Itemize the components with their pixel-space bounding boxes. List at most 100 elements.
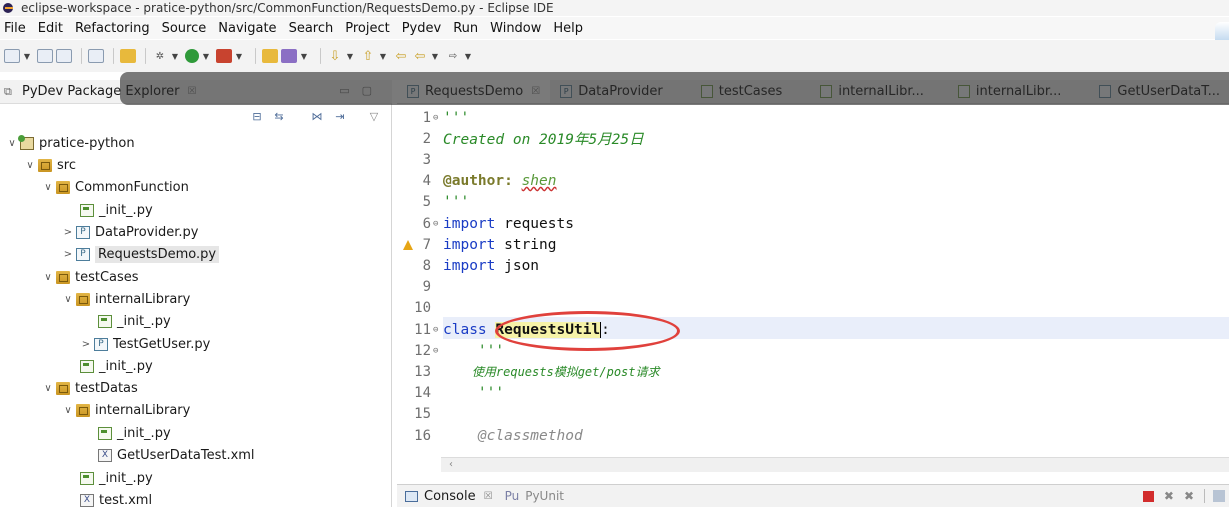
expand-toggle-icon[interactable]: ∨ [42,182,54,193]
terminate-icon[interactable] [1142,490,1154,502]
fold-toggle-icon[interactable]: ⊖ [433,325,443,335]
tree-node-testgetuser[interactable]: > P TestGetUser.py [80,333,211,355]
open-folder-icon[interactable] [262,49,278,63]
tree-node-src[interactable]: ∨ src [24,154,76,176]
tab-requestsdemo[interactable]: P RequestsDemo ☒ [397,80,551,103]
tree-node-internallibrary-testcases[interactable]: ∨ internalLibrary [62,288,190,310]
menu-source[interactable]: Source [162,21,207,36]
tree-node-init-commonfunction[interactable]: _init_.py [66,199,153,221]
menu-window[interactable]: Window [490,21,541,36]
menu-help[interactable]: Help [553,21,583,36]
save-all-icon[interactable] [56,49,72,63]
back-dropdown-icon[interactable]: ▼ [431,49,439,63]
external-tools-icon[interactable] [216,49,232,63]
menu-search[interactable]: Search [289,21,334,36]
tree-node-commonfunction[interactable]: ∨ CommonFunction [42,176,189,198]
fold-toggle-icon[interactable]: ⊖ [433,346,443,356]
debug-dropdown-icon[interactable]: ▼ [171,49,179,63]
code-line[interactable]: 12 ⊖ ''' [397,340,1229,361]
menu-pydev[interactable]: Pydev [402,21,441,36]
minimize-maximize-icon[interactable]: ▭▢ [339,84,384,97]
code-line[interactable]: 13 使用requests模拟get/post请求 [397,361,1229,382]
code-line[interactable]: 8 import json [397,255,1229,276]
code-line[interactable]: 4 @author: shen [397,171,1229,192]
expand-toggle-icon[interactable]: > [62,227,74,238]
expand-toggle-icon[interactable]: ∨ [42,272,54,283]
remove-all-launches-icon[interactable]: ✖ [1184,489,1194,503]
menu-run[interactable]: Run [453,21,478,36]
menu-project[interactable]: Project [345,21,389,36]
expand-toggle-icon[interactable]: ∨ [62,405,74,416]
filter-icon[interactable]: ⋈ [310,110,324,124]
open-type-icon[interactable] [120,49,136,63]
tab-pyunit[interactable]: PyUnit [525,489,564,503]
code-line[interactable]: 2 Created on 2019年5月25日 [397,128,1229,149]
previous-annotation-icon[interactable]: ⇧ [360,49,376,64]
tab-console[interactable]: Console [424,489,476,504]
tree-node-testcases[interactable]: ∨ testCases [42,266,138,288]
run-dropdown-icon[interactable]: ▼ [202,49,210,63]
menu-navigate[interactable]: Navigate [218,21,276,36]
menu-edit[interactable]: Edit [38,21,63,36]
run-icon[interactable] [185,49,199,63]
console-icon[interactable] [88,49,104,63]
pin-console-icon[interactable] [1213,490,1225,502]
tree-node-init-testdatas[interactable]: _init_.py [66,467,153,489]
expand-toggle-icon[interactable]: > [80,339,92,350]
collapse-all-icon[interactable]: ⊟ [250,110,264,124]
fold-toggle-icon[interactable]: ⊖ [433,219,443,229]
tree-node-init-testdatas-internallibrary[interactable]: _init_.py [84,422,171,444]
code-line[interactable]: 5 ''' [397,192,1229,213]
external-tools-dropdown-icon[interactable]: ▼ [235,49,243,63]
tree-node-testdatas[interactable]: ∨ testDatas [42,377,137,399]
next-annotation-icon[interactable]: ⇩ [327,49,343,64]
expand-toggle-icon[interactable]: ∨ [6,138,18,149]
edit-dropdown-icon[interactable]: ▼ [300,49,308,63]
tab-internallibrary-2[interactable]: internalLibr... [948,80,1072,103]
debug-icon[interactable]: ✲ [152,49,168,63]
tree-node-project[interactable]: ∨ pratice-python [6,132,135,154]
tab-testcases[interactable]: testCases [691,80,793,103]
expand-toggle-icon[interactable]: ∨ [24,160,36,171]
new-dropdown-icon[interactable]: ▼ [23,49,31,63]
tree-node-dataprovider[interactable]: > P DataProvider.py [62,221,199,243]
tree-node-internallibrary-testdatas[interactable]: ∨ internalLibrary [62,399,190,421]
previous-annotation-dropdown-icon[interactable]: ▼ [379,49,387,63]
tree-node-getuserdatatest-xml[interactable]: X GetUserDataTest.xml [84,444,255,466]
code-line[interactable]: 1 ⊖ ''' [397,107,1229,128]
tab-dataprovider[interactable]: P DataProvider [550,80,673,103]
forward-dropdown-icon[interactable]: ▼ [464,49,472,63]
back-icon[interactable]: ⇦ [412,49,428,64]
code-line[interactable]: 15 [397,404,1229,425]
close-icon[interactable]: ☒ [531,86,540,97]
remove-launch-icon[interactable]: ✖ [1164,489,1174,503]
link-with-editor-icon[interactable]: ⇆ [272,110,286,124]
code-editor[interactable]: 1 ⊖ ''' 2 Created on 2019年5月25日 3 4 @author: sh… [397,105,1229,457]
code-line[interactable]: 3 [397,149,1229,170]
tab-internallibrary-1[interactable]: internalLibr... [810,80,934,103]
editor-horizontal-scrollbar[interactable]: ‹ [441,457,1229,472]
tree-node-test-xml[interactable]: X test.xml [66,489,152,507]
code-line[interactable]: 6 ⊖ import requests [397,213,1229,234]
focus-icon[interactable]: ⇥ [333,110,347,124]
close-icon[interactable]: ☒ [188,86,197,97]
package-explorer-tab[interactable]: ⧉ PyDev Package Explorer ☒ ▭▢ [0,80,392,104]
last-edit-location-icon[interactable]: ⇦ [393,49,409,64]
code-line[interactable]: 14 ''' [397,383,1229,404]
tab-getuserdatatest[interactable]: GetUserDataT... [1089,80,1229,103]
new-file-icon[interactable] [4,49,20,63]
expand-toggle-icon[interactable]: ∨ [42,383,54,394]
code-line[interactable]: 11 ⊖ class RequestsUtil: [397,319,1229,340]
code-line[interactable]: 9 [397,277,1229,298]
code-line[interactable]: 10 [397,298,1229,319]
tree-node-init-testcases[interactable]: _init_.py [66,355,153,377]
view-menu-icon[interactable]: ▽ [367,110,381,124]
code-line[interactable]: 16 @classmethod [397,425,1229,446]
edit-pencil-icon[interactable] [281,49,297,63]
close-icon[interactable]: ☒ [484,491,493,502]
forward-icon[interactable]: ⇨ [445,49,461,63]
menu-refactoring[interactable]: Refactoring [75,21,150,36]
expand-toggle-icon[interactable]: > [62,249,74,260]
save-icon[interactable] [37,49,53,63]
tree-node-init-internallibrary[interactable]: _init_.py [84,310,171,332]
